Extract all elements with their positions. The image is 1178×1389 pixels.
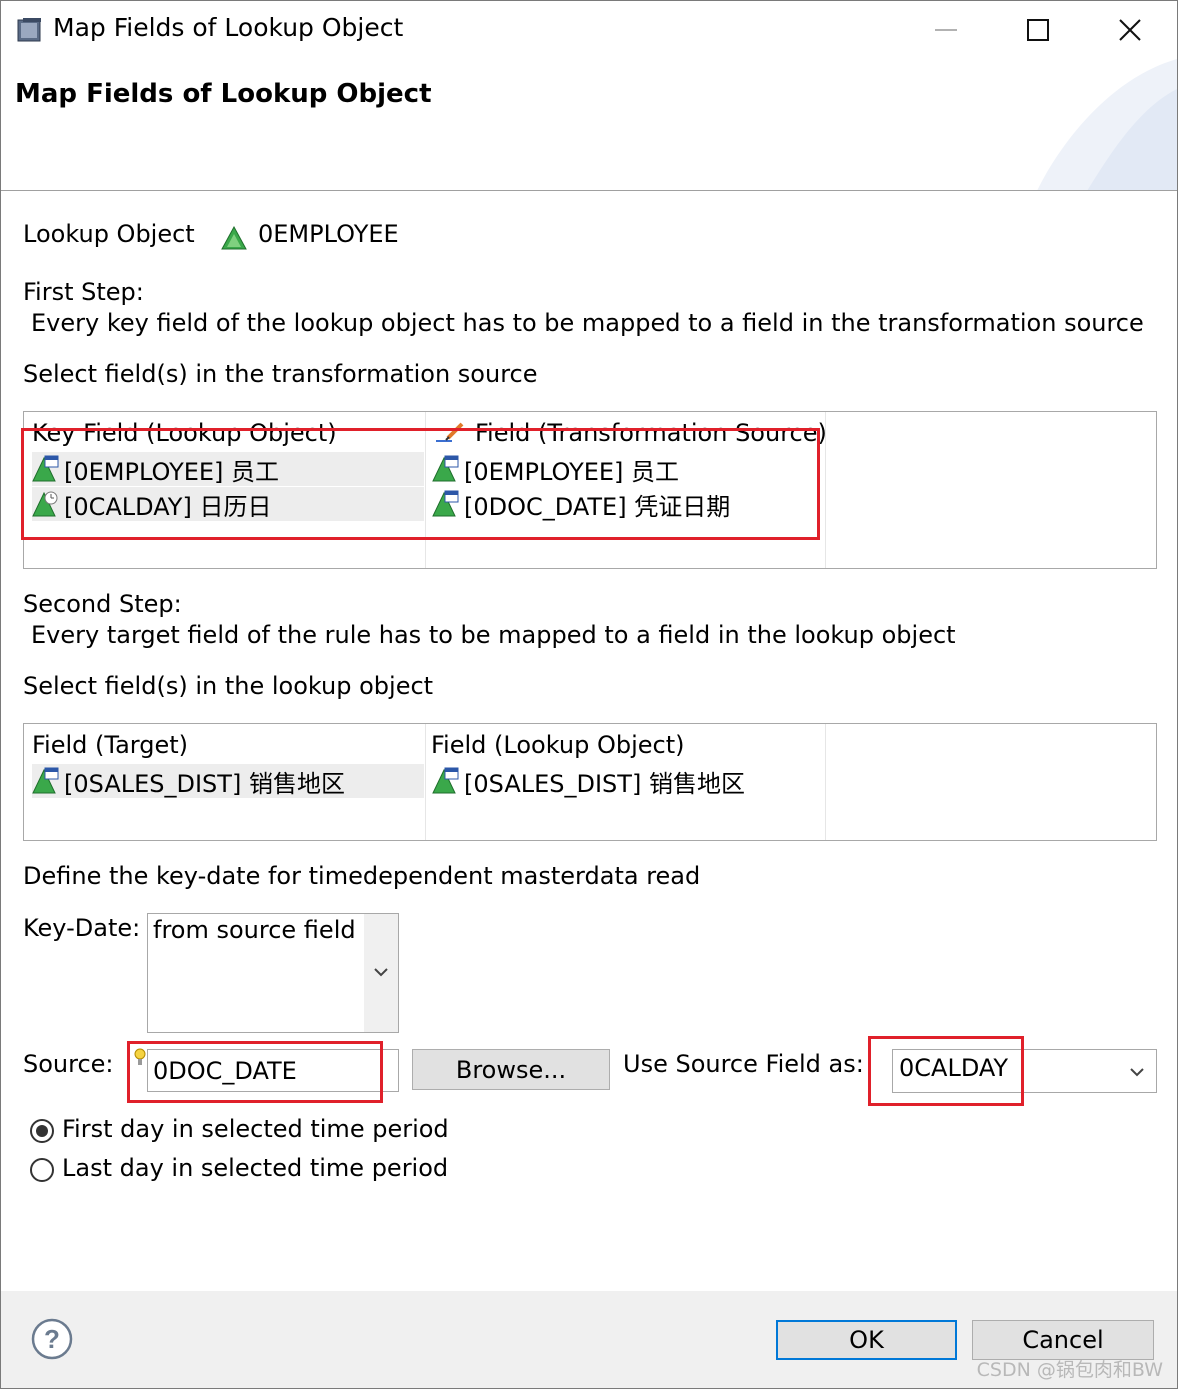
radio-selected-dot <box>36 1125 48 1137</box>
dialog-header: Map Fields of Lookup Object <box>1 59 1177 191</box>
key-date-label: Key-Date: <box>23 914 141 942</box>
target-field-cell: [0SALES_DIST] 销售地区 <box>64 769 345 798</box>
first-step-select-label: Select field(s) in the transformation so… <box>23 360 538 388</box>
minimize-button[interactable] <box>923 7 969 53</box>
header-title: Map Fields of Lookup Object <box>15 79 432 109</box>
highlight-box-use-as <box>868 1036 1024 1106</box>
table-row[interactable]: [0SALES_DIST] 销售地区 <box>32 764 424 798</box>
table-row[interactable]: [0SALES_DIST] 销售地区 <box>426 764 824 798</box>
radio-first-day[interactable] <box>30 1119 54 1143</box>
keydate-section-label: Define the key-date for timedependent ma… <box>23 862 701 890</box>
second-step-description: Every target field of the rule has to be… <box>31 621 956 649</box>
characteristic-icon <box>432 767 459 794</box>
title-bar: Map Fields of Lookup Object <box>1 1 1177 59</box>
window-title: Map Fields of Lookup Object <box>53 13 404 42</box>
minimize-icon <box>935 29 957 31</box>
lookup-object-label: Lookup Object <box>23 220 195 248</box>
lookup-object-value: 0EMPLOYEE <box>258 220 399 248</box>
dialog-window: Map Fields of Lookup Object Map Fields o… <box>0 0 1178 1389</box>
highlight-box-source <box>127 1041 383 1103</box>
key-date-combo[interactable]: from source field <box>147 913 399 1033</box>
radio-last-day-label[interactable]: Last day in selected time period <box>62 1154 448 1182</box>
key-date-scroll[interactable] <box>364 914 398 1032</box>
close-icon <box>1119 19 1141 41</box>
infoobject-icon <box>221 226 247 250</box>
radio-last-day[interactable] <box>30 1158 54 1182</box>
watermark: CSDN @锅包肉和BW <box>976 1359 1163 1381</box>
use-source-field-label: Use Source Field as: <box>623 1050 864 1078</box>
lookup-field-cell: [0SALES_DIST] 销售地区 <box>464 769 745 798</box>
close-button[interactable] <box>1107 7 1153 53</box>
highlight-box-mapping <box>21 428 820 540</box>
help-icon[interactable]: ? <box>31 1318 73 1360</box>
column-header-target-field[interactable]: Field (Target) <box>32 731 188 759</box>
cancel-button[interactable]: Cancel <box>972 1320 1154 1360</box>
dialog-content: Lookup Object 0EMPLOYEE First Step: Ever… <box>1 192 1177 1290</box>
app-icon <box>17 18 41 42</box>
source-label: Source: <box>23 1050 114 1078</box>
maximize-button[interactable] <box>1015 7 1061 53</box>
ok-button[interactable]: OK <box>776 1320 957 1360</box>
characteristic-icon <box>32 767 59 794</box>
column-header-lookup-field[interactable]: Field (Lookup Object) <box>431 731 684 759</box>
target-field-mapping-table: Field (Target) Field (Lookup Object) [0S… <box>23 723 1157 841</box>
svg-text:?: ? <box>44 1324 60 1354</box>
chevron-down-icon <box>374 968 388 977</box>
radio-first-day-label[interactable]: First day in selected time period <box>62 1115 449 1143</box>
key-date-value: from source field <box>153 916 356 944</box>
maximize-icon <box>1027 19 1049 41</box>
dialog-footer: ? OK Cancel CSDN @锅包肉和BW <box>1 1291 1177 1388</box>
browse-button[interactable]: Browse... <box>412 1049 610 1090</box>
header-decoration <box>1037 59 1177 190</box>
chevron-down-icon <box>1130 1068 1144 1077</box>
second-step-select-label: Select field(s) in the lookup object <box>23 672 434 700</box>
first-step-title: First Step: <box>23 278 144 306</box>
first-step-description: Every key field of the lookup object has… <box>31 309 1144 337</box>
second-step-title: Second Step: <box>23 590 182 618</box>
